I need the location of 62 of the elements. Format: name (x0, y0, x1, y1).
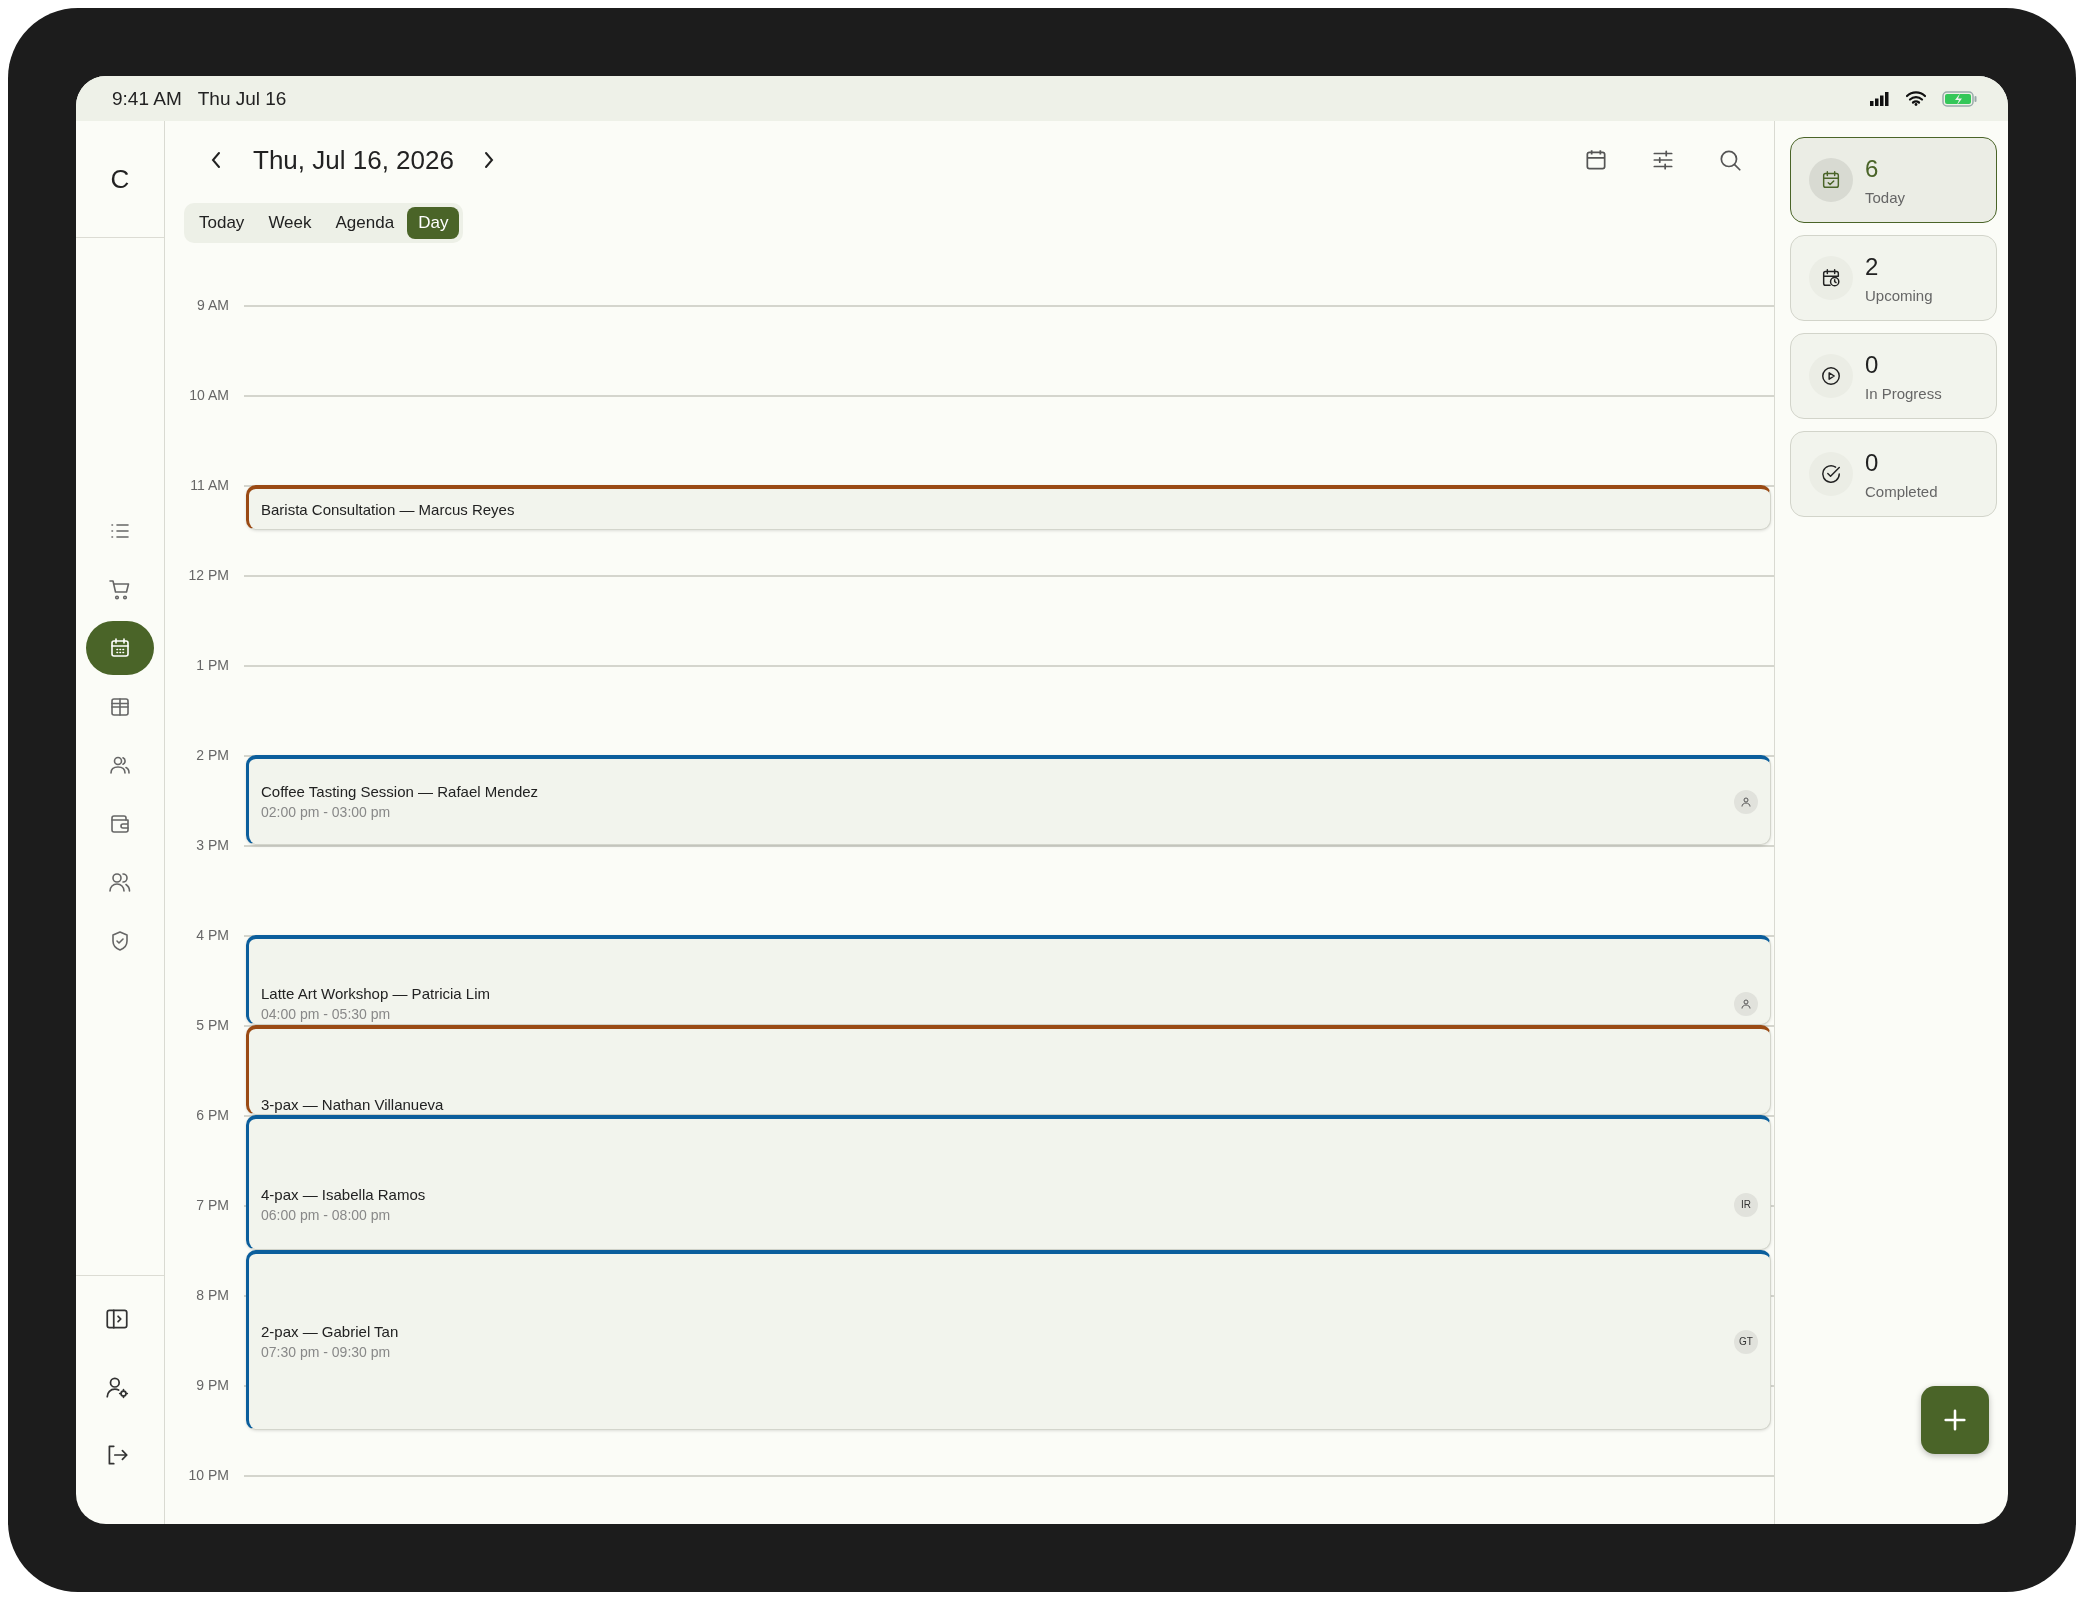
event-card[interactable]: Latte Art Workshop — Patricia Lim 04:00 pm - 05:30 pm (246, 935, 1771, 1025)
event-card[interactable]: 4-pax — Isabella Ramos 06:00 pm - 08:00 pm IR (246, 1115, 1771, 1250)
hour-label: 9 AM (196, 297, 229, 313)
event-card[interactable]: Barista Consultation — Marcus Reyes (246, 485, 1771, 530)
event-title: Latte Art Workshop — Patricia Lim (261, 985, 491, 1002)
person-avatar-icon (1734, 789, 1758, 814)
event-card[interactable]: 2-pax — Gabriel Tan 07:30 pm - 09:30 pm GT (246, 1250, 1771, 1430)
view-tab[interactable]: Today (188, 207, 256, 239)
wifi-icon (1906, 91, 1926, 106)
event-title: Coffee Tasting Session — Rafael Mendez (261, 783, 540, 800)
initials-avatar: IR (1734, 1192, 1758, 1217)
initials-avatar: GT (1734, 1329, 1758, 1354)
nav-item[interactable] (86, 621, 154, 675)
status-time: 9:41 AM (112, 87, 182, 110)
hour-label: 10 AM (188, 387, 229, 403)
event-card[interactable]: 3-pax — Nathan Villanueva (246, 1025, 1771, 1115)
stat-card[interactable]: 2 Upcoming (1790, 235, 1997, 321)
cart-icon (108, 577, 132, 602)
stat-card[interactable]: 0 In Progress (1790, 333, 1997, 419)
check-circle-icon (1820, 463, 1842, 485)
status-date: Thu Jul 16 (197, 87, 287, 110)
date-title: Thu, Jul 16, 2026 (253, 144, 454, 176)
view-tab[interactable]: Day (407, 207, 460, 239)
hour-label: 10 PM (187, 1467, 229, 1483)
hour-label: 11 AM (189, 477, 229, 493)
hour-label: 4 PM (195, 927, 229, 943)
stat-card[interactable]: 6 Today (1790, 137, 1997, 223)
hour-label: 7 PM (195, 1197, 229, 1213)
battery-icon (1942, 90, 1978, 107)
hour-label: 12 PM (187, 567, 229, 583)
event-title: Barista Consultation — Marcus Reyes (261, 500, 516, 518)
chevron-left-icon (210, 151, 222, 169)
add-button[interactable] (1921, 1386, 1989, 1454)
hour-label: 9 PM (195, 1377, 229, 1393)
calendar-icon (108, 636, 132, 660)
play-circle-icon (1820, 365, 1842, 387)
event-time: 07:30 pm - 09:30 pm (261, 1344, 392, 1360)
event-title: 3-pax — Nathan Villanueva (261, 1096, 445, 1113)
event-card[interactable]: Coffee Tasting Session — Rafael Mendez 02:00 pm - 03:00 pm (246, 755, 1771, 845)
hour-label: 1 PM (195, 657, 229, 673)
event-title: 2-pax — Gabriel Tan (261, 1323, 400, 1340)
people-icon (108, 870, 132, 894)
stat-card[interactable]: 0 Completed (1790, 431, 1997, 517)
hour-label: 2 PM (195, 747, 229, 763)
sidebar-toggle-icon (104, 1306, 130, 1332)
calendar-clock-icon (1820, 267, 1842, 289)
calendar-check-icon (1820, 169, 1842, 191)
hour-label: 8 PM (195, 1287, 229, 1303)
event-time: 02:00 pm - 03:00 pm (261, 804, 392, 820)
view-tab[interactable]: Week (257, 207, 323, 239)
person-avatar-icon (1734, 991, 1758, 1016)
view-tab[interactable]: Agenda (324, 207, 406, 239)
hour-label: 6 PM (195, 1107, 229, 1123)
event-time: 06:00 pm - 08:00 pm (261, 1207, 392, 1223)
event-title: 4-pax — Isabella Ramos (261, 1186, 427, 1203)
chevron-right-icon (482, 151, 495, 169)
app-logo: C (110, 163, 130, 195)
signal-icon (1870, 91, 1890, 106)
hour-label: 5 PM (195, 1017, 229, 1033)
calendar-icon (1583, 147, 1609, 173)
hour-label: 3 PM (195, 837, 229, 853)
event-time: 04:00 pm - 05:30 pm (261, 1006, 392, 1022)
